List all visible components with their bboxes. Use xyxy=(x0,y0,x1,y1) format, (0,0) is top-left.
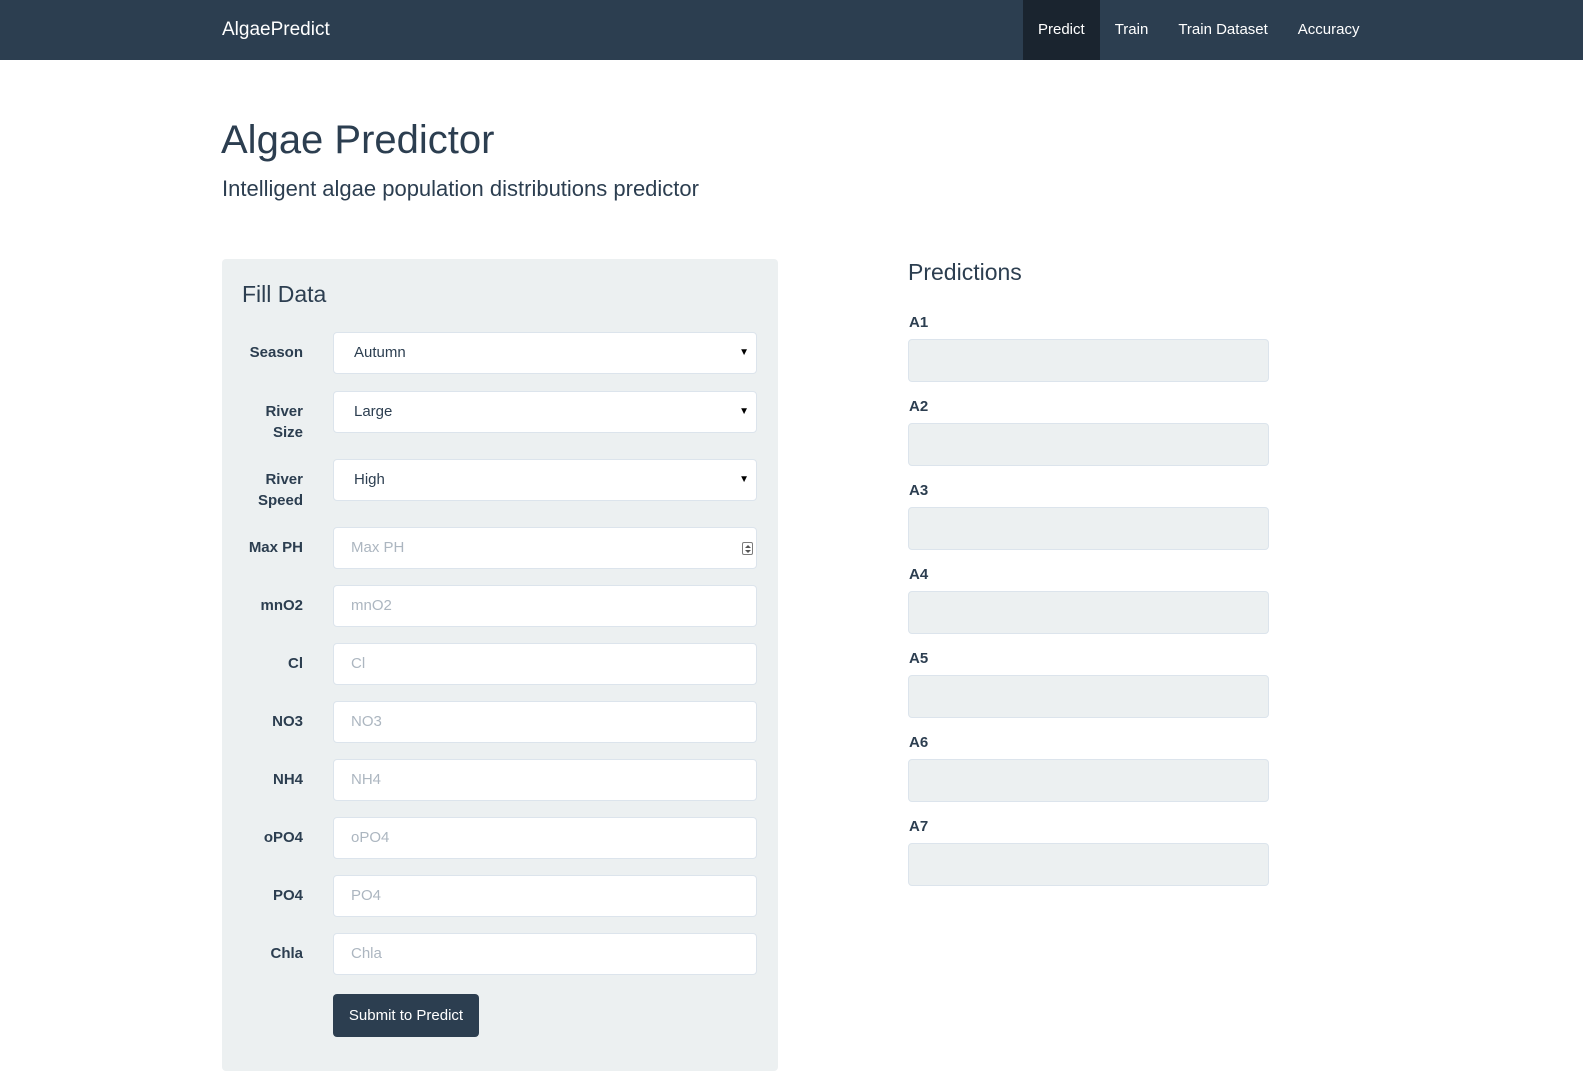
river-speed-label-line1: River xyxy=(265,471,303,488)
prediction-output-a1 xyxy=(908,339,1269,382)
po4-row: PO4 PO4 xyxy=(222,875,778,917)
max-ph-placeholder: Max PH xyxy=(351,539,405,556)
mno2-input[interactable]: mnO2 xyxy=(333,585,757,627)
cl-row: Cl Cl xyxy=(222,643,778,685)
river-size-label: River Size xyxy=(222,401,303,443)
page-title: Algae Predictor xyxy=(221,118,495,162)
page-subtitle: Intelligent algae population distributio… xyxy=(222,176,699,201)
brand-link[interactable]: AlgaePredict xyxy=(222,0,330,60)
cl-placeholder: Cl xyxy=(351,655,366,672)
season-label: Season xyxy=(249,344,303,361)
chla-input[interactable]: Chla xyxy=(333,933,757,975)
nav-item-accuracy[interactable]: Accuracy xyxy=(1283,0,1375,60)
season-select[interactable]: Autumn ▼ xyxy=(333,332,757,374)
prediction-output-a5 xyxy=(908,675,1269,718)
prediction-label-a2: A2 xyxy=(909,398,929,415)
no3-placeholder: NO3 xyxy=(351,713,382,730)
max-ph-row: Max PH Max PH xyxy=(222,527,778,569)
max-ph-label: Max PH xyxy=(248,539,303,556)
nav-menu: Predict Train Train Dataset Accuracy xyxy=(1023,0,1374,60)
nh4-row: NH4 NH4 xyxy=(222,759,778,801)
opo4-row: oPO4 oPO4 xyxy=(222,817,778,859)
river-speed-value: High xyxy=(354,471,385,488)
predictions-title: Predictions xyxy=(908,259,1022,285)
mno2-placeholder: mnO2 xyxy=(351,597,392,614)
chevron-down-icon: ▼ xyxy=(739,474,749,485)
river-speed-row: River Speed High ▼ xyxy=(222,459,778,509)
chevron-down-icon: ▼ xyxy=(739,347,749,358)
prediction-label-a6: A6 xyxy=(909,734,929,751)
river-size-label-line2: Size xyxy=(272,424,303,441)
prediction-label-a4: A4 xyxy=(909,566,929,583)
nh4-label: NH4 xyxy=(272,771,303,788)
mno2-label: mnO2 xyxy=(260,597,303,614)
nav-item-train[interactable]: Train xyxy=(1100,0,1164,60)
nav-item-train-dataset[interactable]: Train Dataset xyxy=(1163,0,1282,60)
chla-row: Chla Chla xyxy=(222,933,778,975)
po4-placeholder: PO4 xyxy=(351,887,382,904)
prediction-output-a4 xyxy=(908,591,1269,634)
prediction-label-a1: A1 xyxy=(909,314,929,331)
prediction-label-a5: A5 xyxy=(909,650,929,667)
no3-label: NO3 xyxy=(272,713,303,730)
prediction-label-a3: A3 xyxy=(909,482,929,499)
number-spinner-icon[interactable] xyxy=(742,542,753,555)
opo4-placeholder: oPO4 xyxy=(351,829,390,846)
season-value: Autumn xyxy=(354,344,406,361)
nh4-placeholder: NH4 xyxy=(351,771,382,788)
prediction-output-a6 xyxy=(908,759,1269,802)
river-speed-label-line2: Speed xyxy=(257,492,303,509)
chla-placeholder: Chla xyxy=(351,945,382,962)
mno2-row: mnO2 mnO2 xyxy=(222,585,778,627)
river-size-select[interactable]: Large ▼ xyxy=(333,391,757,433)
fill-data-panel: Fill Data Season Autumn ▼ River Size Lar… xyxy=(222,259,778,1071)
no3-input[interactable]: NO3 xyxy=(333,701,757,743)
river-size-row: River Size Large ▼ xyxy=(222,391,778,441)
navbar: AlgaePredict Predict Train Train Dataset… xyxy=(0,0,1583,60)
submit-to-predict-button[interactable]: Submit to Predict xyxy=(333,994,479,1037)
river-speed-select[interactable]: High ▼ xyxy=(333,459,757,501)
opo4-label: oPO4 xyxy=(263,829,303,846)
nh4-input[interactable]: NH4 xyxy=(333,759,757,801)
cl-label: Cl xyxy=(288,655,303,672)
panel-title: Fill Data xyxy=(242,281,327,307)
season-row: Season Autumn ▼ xyxy=(222,332,778,374)
prediction-output-a3 xyxy=(908,507,1269,550)
po4-input[interactable]: PO4 xyxy=(333,875,757,917)
nav-item-predict[interactable]: Predict xyxy=(1023,0,1100,60)
opo4-input[interactable]: oPO4 xyxy=(333,817,757,859)
prediction-label-a7: A7 xyxy=(909,818,929,835)
chla-label: Chla xyxy=(270,945,303,962)
prediction-output-a7 xyxy=(908,843,1269,886)
no3-row: NO3 NO3 xyxy=(222,701,778,743)
river-size-value: Large xyxy=(354,403,393,420)
po4-label: PO4 xyxy=(272,887,303,904)
chevron-down-icon: ▼ xyxy=(739,406,749,417)
river-size-label-line1: River xyxy=(265,403,303,420)
prediction-output-a2 xyxy=(908,423,1269,466)
river-speed-label: River Speed xyxy=(222,469,303,511)
max-ph-input[interactable]: Max PH xyxy=(333,527,757,569)
cl-input[interactable]: Cl xyxy=(333,643,757,685)
